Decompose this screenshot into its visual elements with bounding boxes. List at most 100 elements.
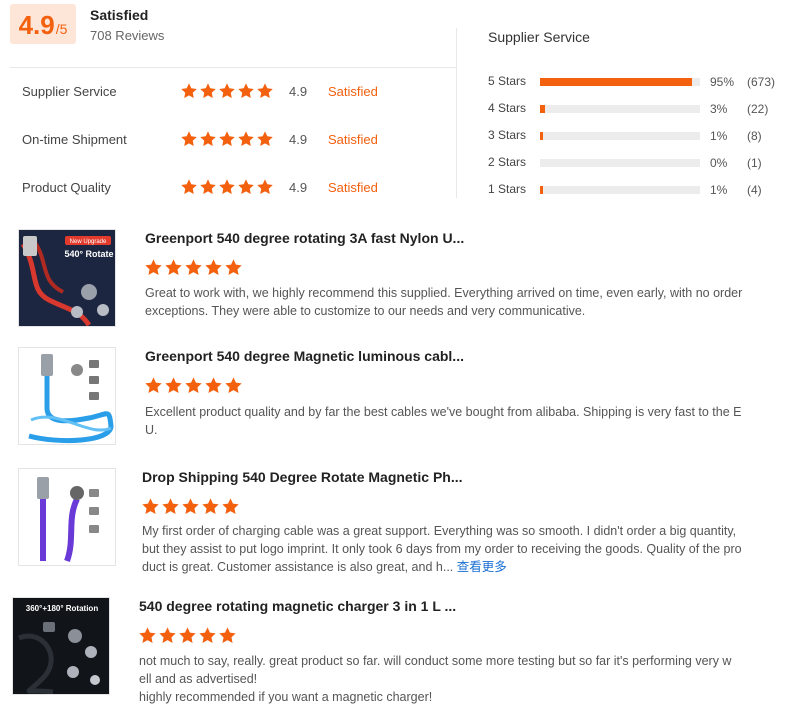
category-score: 4.9 — [289, 84, 308, 99]
overall-score-badge: 4.9 /5 — [10, 4, 76, 44]
star-icon — [219, 179, 235, 195]
review-text-line: My first order of charging cable was a g… — [142, 524, 737, 538]
star-icon — [185, 377, 202, 393]
category-status: Satisfied — [328, 132, 378, 147]
distribution-bar — [540, 78, 700, 86]
divider — [456, 28, 457, 198]
distribution-label: 5 Stars — [488, 74, 527, 88]
review-text: not much to say, really. great product s… — [139, 652, 779, 706]
cable-image-icon — [19, 348, 115, 444]
review-text-line: Excellent product quality and by far the… — [145, 405, 742, 419]
review-text-line: not much to say, really. great product s… — [139, 654, 732, 668]
star-rating — [180, 178, 274, 196]
distribution-count: (8) — [747, 129, 762, 143]
review-text-fragment: duct is great. Customer assistance is al… — [142, 560, 454, 574]
star-icon — [219, 627, 236, 643]
star-icon — [205, 377, 222, 393]
review-text-line: but they assist to put logo imprint. It … — [142, 542, 742, 556]
review-text: My first order of charging cable was a g… — [142, 522, 782, 576]
star-icon — [181, 179, 197, 195]
star-icon — [219, 83, 235, 99]
review-star-rating — [141, 497, 240, 516]
distribution-bar-fill — [540, 132, 543, 140]
distribution-row: 4 Stars 3% (22) — [488, 101, 788, 117]
cable-image-icon: 360°+180° Rotation — [13, 598, 109, 694]
category-status: Satisfied — [328, 180, 378, 195]
review-text: Great to work with, we highly recommend … — [145, 284, 785, 320]
review-product-title[interactable]: Greenport 540 degree rotating 3A fast Ny… — [145, 230, 464, 246]
distribution-label: 2 Stars — [488, 155, 527, 169]
product-thumbnail[interactable] — [18, 347, 116, 445]
distribution-count: (1) — [747, 156, 762, 170]
star-icon — [238, 131, 254, 147]
product-thumbnail[interactable] — [18, 468, 116, 566]
distribution-percent: 1% — [710, 129, 728, 143]
star-icon — [222, 498, 239, 514]
review-star-rating — [144, 258, 243, 277]
cable-image-icon: New Upgrade 540° Rotate — [19, 230, 115, 326]
distribution-bar — [540, 159, 700, 167]
distribution-row: 1 Stars 1% (4) — [488, 182, 788, 198]
star-icon — [219, 131, 235, 147]
star-icon — [205, 259, 222, 275]
star-icon — [238, 179, 254, 195]
star-icon — [159, 627, 176, 643]
distribution-count: (673) — [747, 75, 776, 89]
star-icon — [199, 627, 216, 643]
category-label: Supplier Service — [22, 84, 117, 99]
distribution-bar-fill — [540, 78, 692, 86]
distribution-bar — [540, 105, 700, 113]
review-product-title[interactable]: Greenport 540 degree Magnetic luminous c… — [145, 348, 464, 364]
category-label: Product Quality — [22, 180, 111, 195]
review-product-title[interactable]: Drop Shipping 540 Degree Rotate Magnetic… — [142, 469, 463, 485]
distribution-title: Supplier Service — [488, 29, 590, 45]
star-icon — [225, 377, 242, 393]
distribution-row: 3 Stars 1% (8) — [488, 128, 788, 144]
category-row: On-time Shipment 4.9 Satisfied — [22, 130, 442, 150]
star-icon — [202, 498, 219, 514]
distribution-bar — [540, 186, 700, 194]
category-row: Supplier Service 4.9 Satisfied — [22, 82, 442, 102]
review-text-line: Great to work with, we highly recommend … — [145, 286, 743, 300]
star-icon — [179, 627, 196, 643]
star-icon — [181, 131, 197, 147]
star-icon — [142, 498, 159, 514]
product-thumbnail[interactable]: 360°+180° Rotation — [12, 597, 110, 695]
review-text: Excellent product quality and by far the… — [145, 403, 785, 439]
thumb-badge-text: New Upgrade — [70, 239, 107, 245]
star-icon — [139, 627, 156, 643]
star-icon — [257, 131, 273, 147]
star-icon — [165, 377, 182, 393]
category-status: Satisfied — [328, 84, 378, 99]
distribution-percent: 1% — [710, 183, 728, 197]
distribution-percent: 3% — [710, 102, 728, 116]
star-icon — [238, 83, 254, 99]
review-text-line: highly recommended if you want a magneti… — [139, 690, 433, 704]
star-icon — [200, 131, 216, 147]
distribution-label: 4 Stars — [488, 101, 527, 115]
cable-image-icon — [19, 469, 115, 565]
distribution-percent: 95% — [710, 75, 735, 89]
distribution-bar-fill — [540, 186, 543, 194]
star-icon — [257, 83, 273, 99]
product-thumbnail[interactable]: New Upgrade 540° Rotate — [18, 229, 116, 327]
divider — [10, 67, 457, 68]
overall-score: 4.9 — [18, 10, 55, 40]
see-more-link[interactable]: 查看更多 — [457, 560, 507, 574]
category-score: 4.9 — [289, 132, 308, 147]
review-text-line: exceptions. They were able to customize … — [145, 304, 586, 318]
distribution-row: 5 Stars 95% (673) — [488, 74, 788, 90]
category-label: On-time Shipment — [22, 132, 127, 147]
review-text-line: ell and as advertised! — [139, 672, 258, 686]
review-count: 708 Reviews — [90, 28, 165, 43]
review-product-title[interactable]: 540 degree rotating magnetic charger 3 i… — [139, 598, 456, 614]
overall-score-max: /5 — [55, 21, 68, 37]
review-text-line: duct is great. Customer assistance is al… — [142, 558, 782, 576]
distribution-label: 1 Stars — [488, 182, 527, 196]
star-icon — [145, 259, 162, 275]
overall-rating-label: Satisfied — [90, 7, 149, 23]
star-icon — [182, 498, 199, 514]
distribution-row: 2 Stars 0% (1) — [488, 155, 788, 171]
star-icon — [225, 259, 242, 275]
review-star-rating — [138, 626, 237, 645]
